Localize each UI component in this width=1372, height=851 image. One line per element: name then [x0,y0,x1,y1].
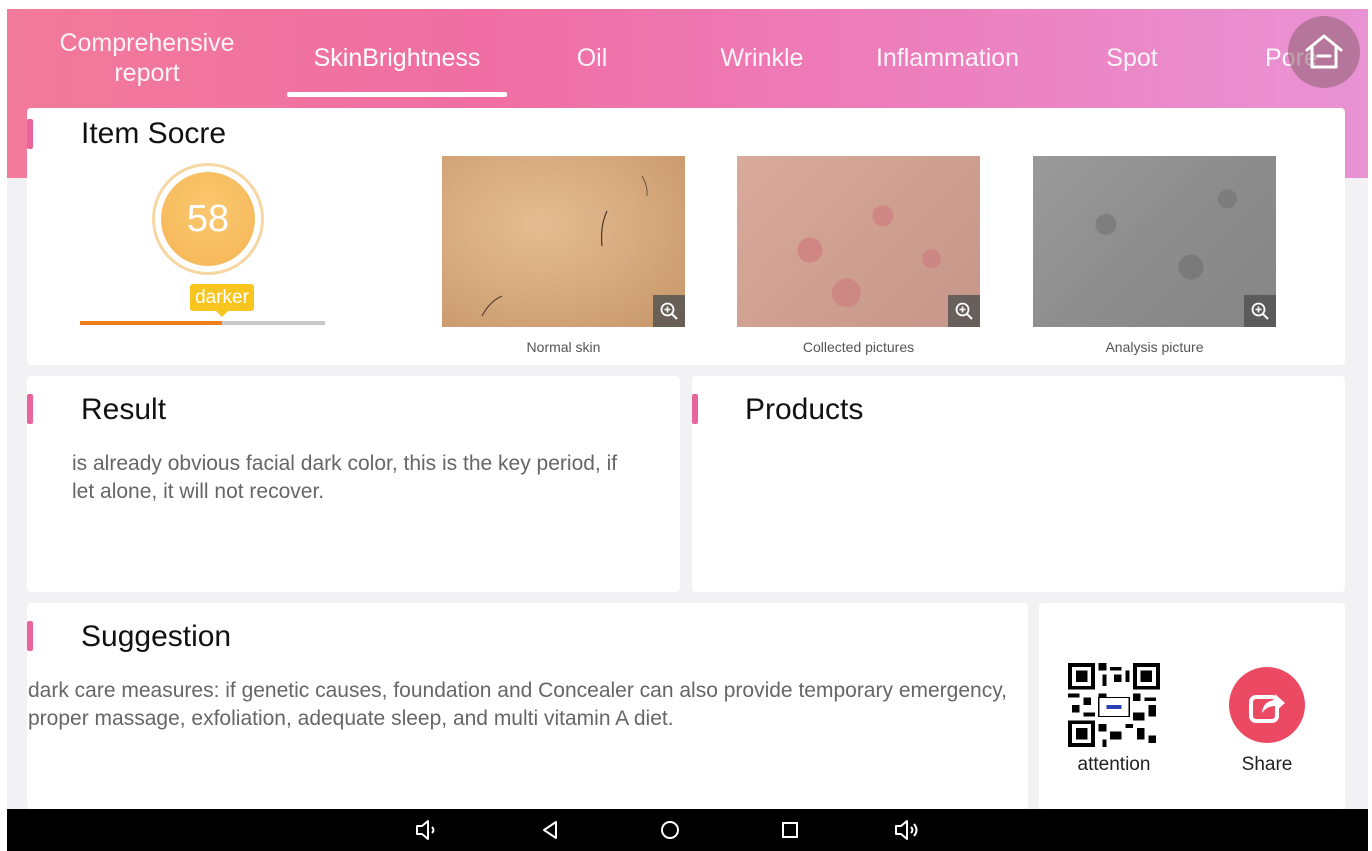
active-tab-indicator [287,92,507,97]
volume-down-button[interactable] [412,815,442,845]
products-title: Products [745,393,864,426]
item-score-card: Item Socre 58 darker Normal skin Collect… [27,108,1345,365]
section-marker [27,621,33,651]
back-button[interactable] [535,815,565,845]
share-button[interactable] [1229,667,1305,743]
collected-picture-image[interactable] [737,156,980,327]
home-icon [1305,34,1343,69]
recents-icon [782,822,798,838]
result-card: Result is already obvious facial dark co… [27,376,680,592]
app-screen: Comprehensive report SkinBrightness Oil … [7,9,1368,851]
zoom-in-button[interactable] [948,295,980,327]
zoom-in-icon [1251,302,1269,320]
suggestion-text: dark care measures: if genetic causes, f… [28,679,1007,730]
result-title: Result [81,393,167,426]
tab-oil[interactable]: Oil [537,9,647,107]
back-icon [543,821,557,839]
level-bar [80,321,325,325]
zoom-in-icon [660,302,678,320]
home-nav-button[interactable] [655,815,685,845]
tab-comprehensive-report[interactable]: Comprehensive report [27,9,267,107]
item-score-title: Item Socre [81,117,227,150]
category-tabs: Comprehensive report SkinBrightness Oil … [7,9,1368,107]
tab-wrinkle[interactable]: Wrinkle [697,9,827,107]
volume-down-icon [416,820,435,840]
tab-spot[interactable]: Spot [1082,9,1182,107]
actions-card: attention Share [1039,603,1345,809]
result-text: is already obvious facial dark color, th… [72,452,618,503]
section-marker [27,394,33,424]
volume-up-icon [895,820,918,840]
home-button[interactable] [1288,16,1360,88]
share-label: Share [1241,754,1293,775]
suggestion-title: Suggestion [81,620,232,653]
normal-skin-caption: Normal skin [526,339,601,355]
analysis-picture-image[interactable] [1033,156,1276,327]
attention-label: attention [1077,754,1151,775]
hair-strands [481,175,648,317]
section-marker [692,394,698,424]
recents-button[interactable] [775,815,805,845]
qr-code[interactable] [1067,663,1161,747]
zoom-in-button[interactable] [653,295,685,327]
system-navigation-bar [7,809,1368,851]
volume-up-button[interactable] [893,815,923,845]
products-card: Products [692,376,1345,592]
section-marker [27,119,33,149]
tab-inflammation[interactable]: Inflammation [855,9,1040,107]
score-value: 58 [161,172,255,266]
zoom-in-icon [955,302,973,320]
level-tag: darker [190,284,254,317]
home-circle-icon [661,821,679,839]
zoom-in-button[interactable] [1244,295,1276,327]
suggestion-card: Suggestion dark care measures: if geneti… [27,603,1028,809]
level-bar-fill [80,321,223,325]
score-ring: 58 [152,163,264,275]
analysis-picture-caption: Analysis picture [1105,339,1204,355]
normal-skin-image[interactable] [442,156,685,327]
share-icon [1249,694,1285,723]
collected-pictures-caption: Collected pictures [802,339,915,355]
